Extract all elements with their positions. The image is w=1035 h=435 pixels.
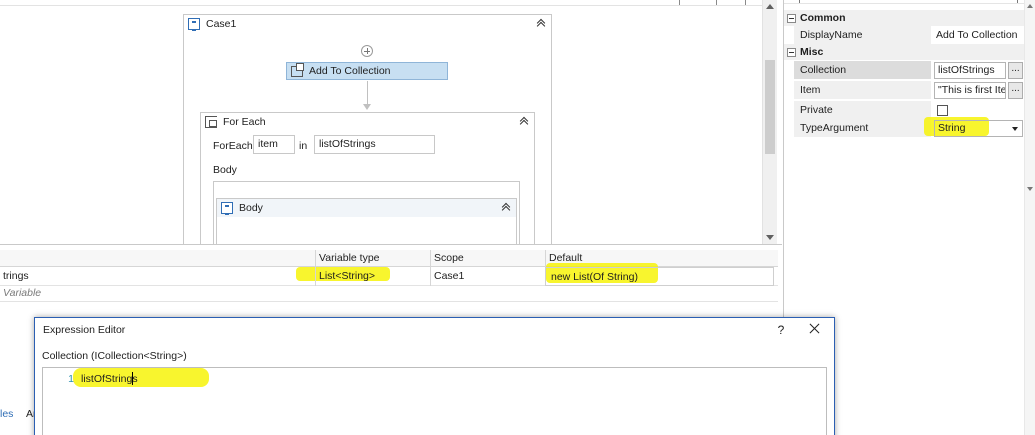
for-each-header[interactable]: For Each — [201, 113, 534, 131]
collapse-toggle-icon[interactable] — [787, 13, 796, 23]
category-common-label: Common — [800, 12, 846, 24]
dialog-title: Expression Editor — [43, 324, 126, 336]
inner-body-title: Body — [239, 202, 263, 214]
variable-scope-cell[interactable]: Case1 — [430, 267, 545, 286]
inner-body-header[interactable]: Body — [217, 199, 516, 217]
bottom-tabs: les Ar — [0, 403, 37, 423]
property-collection[interactable]: Collection listOfStrings ... — [784, 61, 1024, 80]
variable-type-cell[interactable]: List<String> — [315, 267, 430, 286]
scroll-thumb[interactable] — [765, 60, 775, 154]
scroll-up-arrow-icon[interactable] — [766, 4, 774, 9]
designer-vertical-scrollbar[interactable] — [762, 0, 777, 244]
case-title: Case1 — [206, 18, 237, 30]
dropdown-arrow-icon — [1012, 127, 1018, 131]
scroll-down-arrow-icon[interactable] — [766, 235, 774, 240]
scroll-down-arrow-icon[interactable] — [1027, 187, 1033, 191]
category-common[interactable]: Common — [784, 10, 1024, 26]
collapse-icon[interactable] — [536, 18, 546, 28]
tab-variables[interactable]: les — [0, 408, 13, 420]
collapse-icon[interactable] — [501, 202, 511, 212]
expression-code[interactable]: listOfStrings — [81, 373, 138, 385]
prop-name-displayname: DisplayName — [794, 26, 931, 45]
connector-arrow-icon — [363, 104, 371, 110]
typeargument-value: String — [938, 122, 966, 134]
designer-top-strip — [0, 0, 762, 6]
expression-editor-input[interactable]: 1 listOfStrings — [42, 367, 827, 435]
create-variable-row[interactable]: Variable — [0, 287, 778, 302]
expression-editor-dialog: Expression Editor ? Collection (ICollect… — [34, 317, 835, 435]
workflow-designer[interactable]: Case1 Add To Collection For Each ForEach… — [0, 0, 762, 244]
text-caret — [132, 372, 133, 385]
case-header[interactable]: Case1 — [184, 15, 551, 33]
property-typeargument[interactable]: TypeArgument String — [784, 117, 1024, 138]
variables-panel: Variable type Scope Default trings List<… — [0, 244, 782, 318]
category-misc[interactable]: Misc — [784, 44, 1024, 60]
foreach-collection-input[interactable]: listOfStrings — [314, 135, 435, 154]
prop-name-private: Private — [794, 101, 931, 120]
property-item[interactable]: Item "This is first Iter ... — [784, 81, 1024, 100]
prop-value-displayname[interactable]: Add To Collection — [932, 26, 1024, 45]
body-container[interactable]: Body — [213, 181, 520, 244]
dialog-subtitle: Collection (ICollection<String>) — [42, 350, 187, 362]
for-each-icon — [205, 116, 217, 128]
private-checkbox[interactable] — [937, 105, 948, 116]
in-label: in — [299, 140, 308, 152]
for-each-title: For Each — [223, 116, 266, 128]
foreach-label: ForEach — [213, 140, 253, 152]
sequence-icon — [188, 18, 200, 31]
prop-name-item: Item — [794, 81, 931, 100]
header-scope[interactable]: Scope — [430, 250, 545, 267]
item-ellipsis-button[interactable]: ... — [1008, 82, 1023, 99]
header-variable-type[interactable]: Variable type — [315, 250, 430, 267]
sequence-icon — [221, 202, 233, 215]
add-to-collection-label: Add To Collection — [309, 65, 391, 77]
add-to-collection-activity[interactable]: Add To Collection — [286, 62, 448, 80]
dialog-titlebar[interactable]: Expression Editor ? — [35, 318, 834, 342]
variables-header-row: Variable type Scope Default — [0, 250, 778, 267]
variable-name-cell[interactable]: trings — [0, 267, 315, 286]
typeargument-dropdown[interactable]: String — [934, 120, 1023, 137]
variable-row[interactable]: trings List<String> Case1 new List(Of St… — [0, 263, 778, 286]
body-label: Body — [213, 164, 237, 176]
line-number: 1 — [68, 373, 74, 385]
property-private[interactable]: Private — [784, 101, 1024, 120]
add-activity-plus-icon[interactable] — [361, 45, 373, 57]
close-icon[interactable] — [807, 321, 823, 337]
prop-name-typeargument: TypeArgument — [794, 119, 931, 138]
inner-body-sequence[interactable]: Body — [216, 198, 517, 244]
properties-scrollbar[interactable] — [1024, 0, 1035, 435]
variable-default-cell[interactable]: new List(Of String) — [545, 267, 774, 286]
property-displayname[interactable]: DisplayName Add To Collection — [784, 26, 1024, 45]
prop-value-item[interactable]: "This is first Iter — [934, 82, 1006, 99]
prop-value-collection[interactable]: listOfStrings — [934, 62, 1006, 79]
foreach-item-input[interactable]: item — [253, 135, 295, 154]
properties-top-strip — [784, 0, 1035, 4]
category-misc-label: Misc — [800, 46, 824, 58]
header-name[interactable] — [0, 250, 315, 267]
add-to-collection-icon — [291, 62, 304, 77]
collapse-toggle-icon[interactable] — [787, 47, 796, 57]
scroll-up-arrow-icon[interactable] — [1027, 4, 1033, 8]
for-each-activity[interactable]: For Each ForEach item in listOfStrings B… — [200, 112, 535, 244]
prop-name-collection: Collection — [794, 61, 931, 80]
collapse-icon[interactable] — [519, 116, 529, 126]
collection-ellipsis-button[interactable]: ... — [1008, 62, 1023, 79]
help-button[interactable]: ? — [775, 323, 787, 337]
